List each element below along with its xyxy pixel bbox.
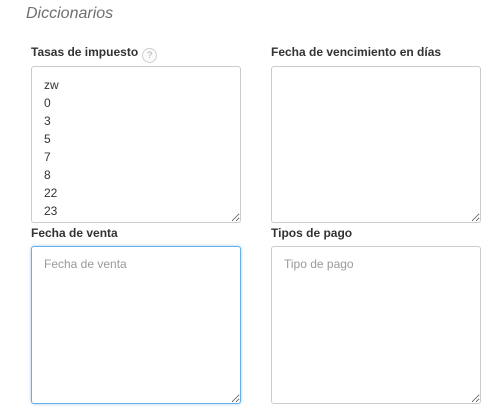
due-days-label: Fecha de vencimiento en días [271,45,442,59]
tax-rates-label: Tasas de impuesto? [31,45,158,63]
tax-rates-textarea[interactable]: zw 0 3 5 7 8 22 23 [31,66,241,223]
sale-date-label: Fecha de venta [31,226,118,240]
sale-date-textarea[interactable] [31,246,241,404]
due-days-textarea[interactable] [271,66,481,223]
payment-types-textarea[interactable] [271,246,481,404]
section-title: Diccionarios [26,5,114,22]
dictionaries-panel: Diccionarios Tasas de impuesto? zw 0 3 5… [0,0,496,415]
help-icon[interactable]: ? [142,48,158,63]
tax-rates-label-text: Tasas de impuesto [31,45,139,59]
payment-types-label: Tipos de pago [271,226,353,240]
